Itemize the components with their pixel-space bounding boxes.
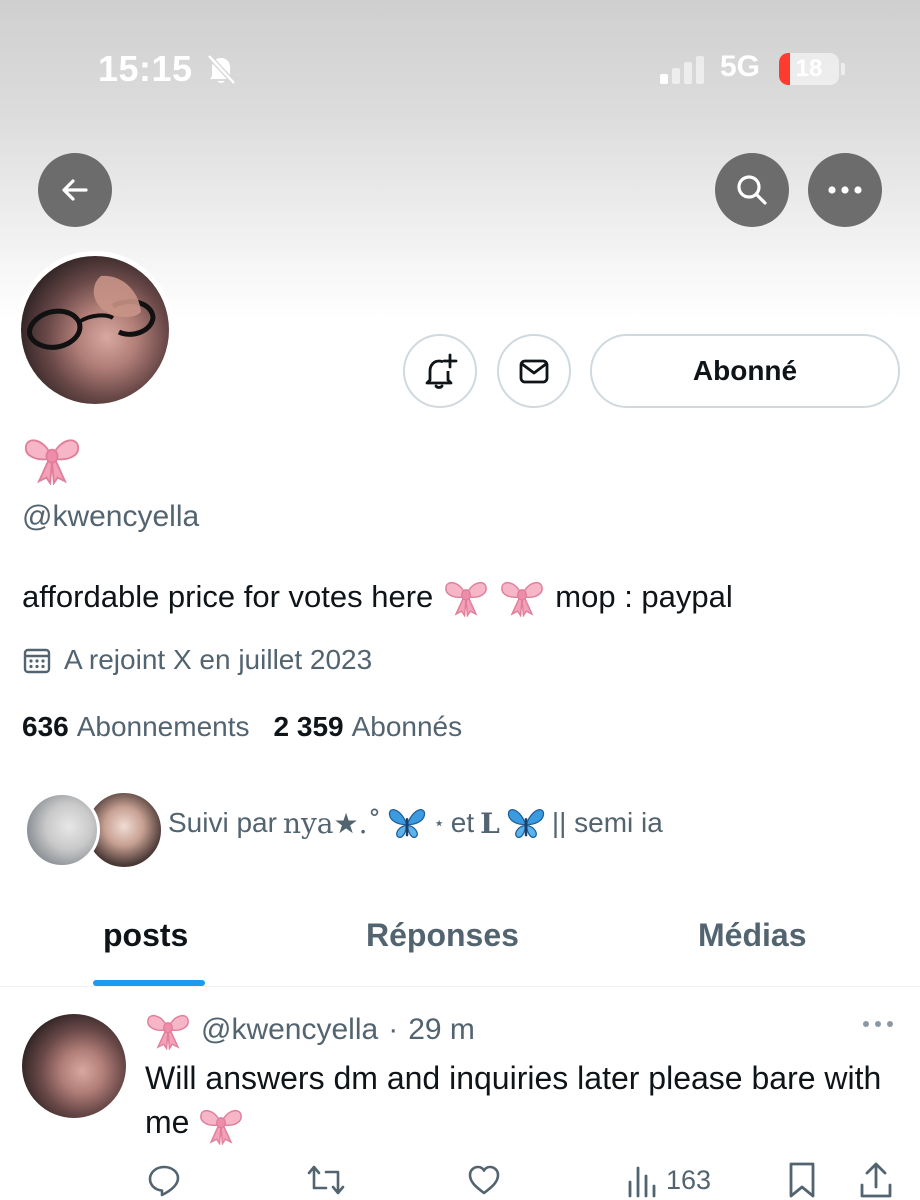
arrow-left-icon [62,179,88,201]
active-tab-indicator [93,980,205,986]
following-count: 636 [22,711,69,742]
bow-icon [198,1105,244,1145]
followers-link[interactable]: 2 359 Abonnés [274,711,463,743]
battery-icon: 18 [779,53,839,85]
battery-level: 18 [795,55,823,82]
heart-icon [468,1165,500,1195]
reply-icon [148,1165,180,1197]
bow-icon [499,577,545,617]
battery-cap [841,63,845,75]
follower-avatar [24,792,100,868]
profile-tabs: posts Réponses Médias [0,905,920,987]
profile-handle: @kwencyella [22,500,200,533]
tweet-avatar[interactable] [22,1014,126,1118]
bookmark-button[interactable] [786,1160,818,1200]
search-button[interactable] [715,153,789,227]
search-icon [737,175,767,205]
tweet-separator: · [388,1013,399,1046]
tweet-time: 29 m [408,1013,475,1046]
views-button[interactable]: 163 [626,1160,711,1200]
tweet-actions: 163 [0,1160,920,1200]
views-count: 163 [666,1164,712,1195]
tab-media[interactable]: Médias [698,917,806,954]
followers-count: 2 359 [273,711,344,742]
more-button[interactable] [808,153,882,227]
sparkle-icon: ⋆ [433,812,445,833]
display-name-bow-icon [22,433,82,485]
network-type: 5G [720,50,761,83]
share-button[interactable] [858,1160,894,1200]
reply-button[interactable] [146,1160,182,1200]
tweet-header: @kwencyella · 29 m [145,1010,475,1050]
status-bar: 15:15 5G 18 [0,0,920,140]
profile-bio: affordable price for votes here mop : pa… [22,577,733,617]
followed-by-name-1: nya★.˚ [282,806,382,840]
avatar-glasses [27,275,156,350]
notification-button[interactable] [403,334,477,408]
followed-by-name-2: L [480,806,500,840]
followed-by-text: Suivi par nya★.˚ ⋆ et L || semi ia [168,806,663,840]
profile-avatar[interactable] [16,251,174,409]
following-link[interactable]: 636 Abonnements [22,711,250,743]
followed-by-connector: et [450,807,475,838]
bow-icon [443,577,489,617]
bio-text-start: affordable price for votes here [22,579,434,614]
following-button[interactable]: Abonné [590,334,900,408]
followed-by-suffix: || semi ia [551,807,663,838]
tweet-handle[interactable]: @kwencyella [201,1013,378,1047]
repost-icon [307,1165,345,1195]
bell-plus-icon [425,353,458,389]
back-button[interactable] [38,153,112,227]
butterfly-icon [506,806,546,840]
status-time: 15:15 [98,48,193,89]
repost-button[interactable] [306,1160,346,1200]
bio-text-end: mop : paypal [555,579,733,614]
join-date: A rejoint X en juillet 2023 [22,644,372,676]
join-date-text: A rejoint X en juillet 2023 [64,644,373,675]
follow-counts: 636 Abonnements 2 359 Abonnés [22,711,462,743]
tab-posts[interactable]: posts [103,917,188,954]
share-icon [860,1162,892,1198]
followed-by-prefix: Suivi par [168,807,277,838]
signal-icon [660,56,704,84]
tweet-text: Will answers dm and inquiries later plea… [145,1056,905,1145]
butterfly-icon [387,806,427,840]
tab-replies[interactable]: Réponses [366,917,519,954]
message-button[interactable] [497,334,571,408]
bell-off-icon [207,54,236,85]
bookmark-icon [789,1162,815,1198]
followers-label: Abonnés [351,711,463,742]
like-button[interactable] [466,1160,502,1200]
bow-icon [145,1010,191,1050]
mail-icon [519,359,549,384]
following-label: Abonnements [76,711,250,742]
tweet-body: Will answers dm and inquiries later plea… [145,1060,882,1140]
more-horizontal-icon[interactable] [860,1014,896,1034]
followed-by[interactable]: Suivi par nya★.˚ ⋆ et L || semi ia [24,790,904,870]
avatar-image [21,256,169,404]
views-icon [628,1166,656,1198]
more-horizontal-icon [828,186,862,194]
tweet[interactable]: @kwencyella · 29 m Will answers dm and i… [0,988,920,1200]
calendar-icon [23,648,51,674]
